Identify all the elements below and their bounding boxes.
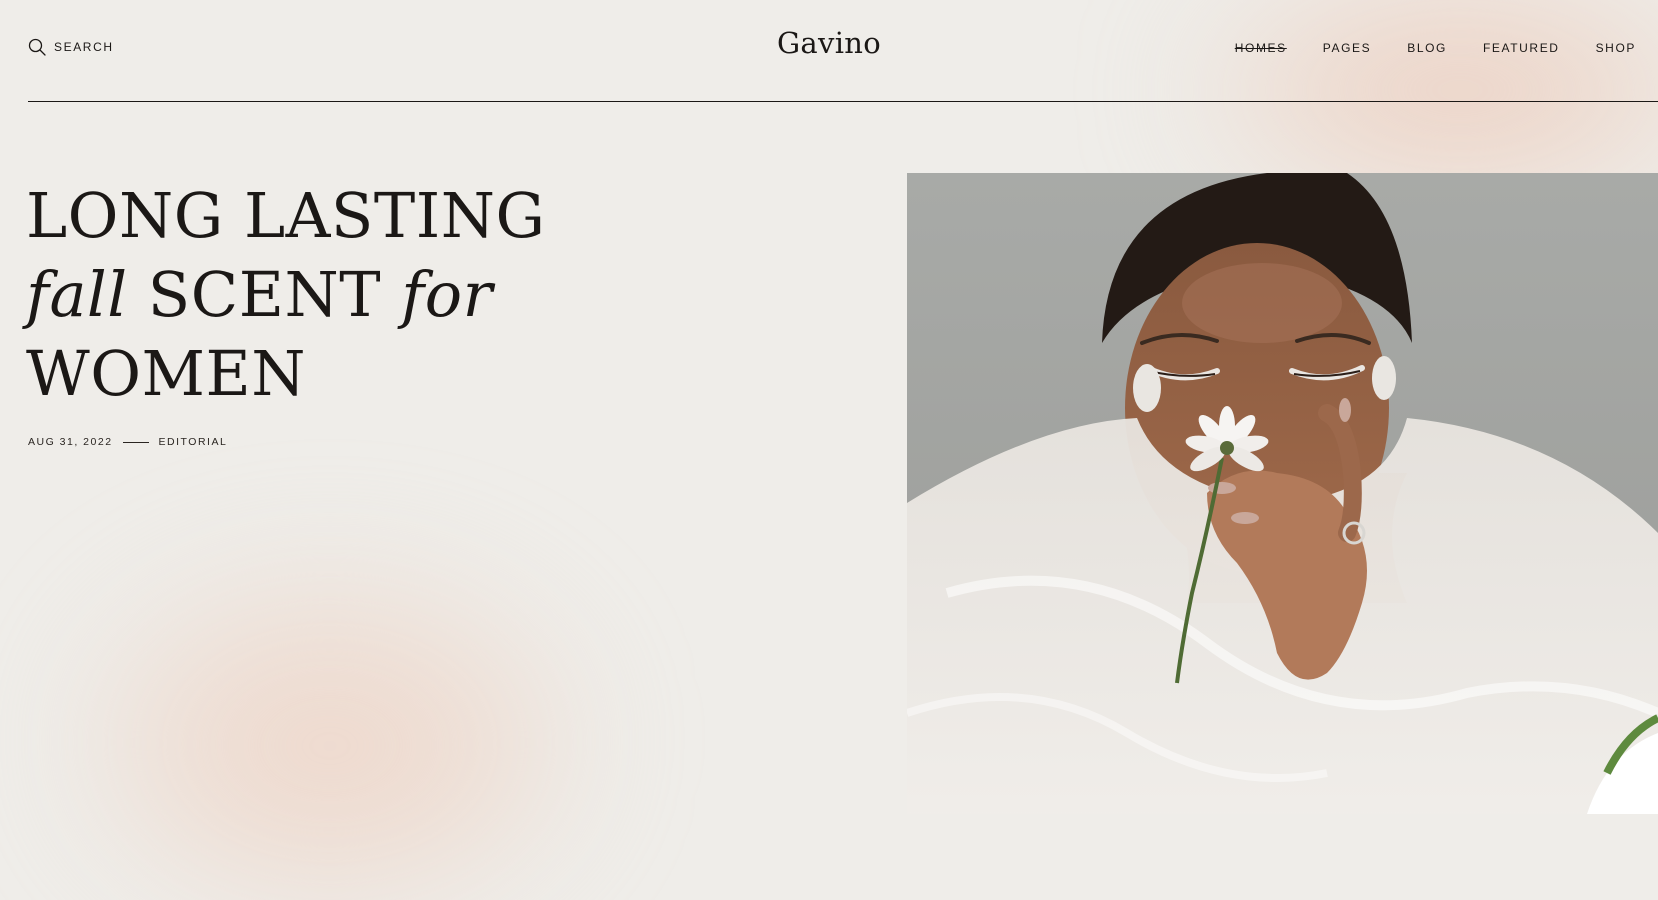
site-header: SEARCH Gavino HOMES PAGES BLOG FEATURED … (0, 0, 1658, 102)
nav-item-homes[interactable]: HOMES (1235, 41, 1287, 55)
woman-smelling-flower-illustration (907, 173, 1658, 814)
hero-title-scent: SCENT (147, 258, 382, 331)
nav-item-featured[interactable]: FEATURED (1483, 41, 1560, 55)
post-date: AUG 31, 2022 (28, 436, 113, 448)
nav-item-shop[interactable]: SHOP (1596, 41, 1636, 55)
decorative-blush-bottom (70, 560, 590, 900)
logo-text[interactable]: Gavino (777, 26, 881, 60)
header-divider (28, 101, 1658, 102)
search-icon (28, 38, 46, 56)
hero-title-italic-for: for (401, 258, 493, 331)
search-button[interactable]: SEARCH (28, 38, 114, 56)
hero-title-italic-fall: fall (26, 258, 128, 331)
hero-title-line-1: LONG LASTING (26, 179, 546, 252)
post-category-link[interactable]: EDITORIAL (159, 436, 228, 448)
search-label: SEARCH (54, 40, 114, 54)
main-nav: HOMES PAGES BLOG FEATURED SHOP (1235, 41, 1636, 55)
hero-title-line-3: WOMEN (26, 337, 307, 410)
nav-item-pages[interactable]: PAGES (1323, 41, 1371, 55)
post-meta: AUG 31, 2022 EDITORIAL (28, 436, 227, 448)
hero-image[interactable] (907, 173, 1658, 814)
hero-title-line-2: fall SCENT for (26, 255, 786, 334)
nav-item-blog[interactable]: BLOG (1407, 41, 1447, 55)
hero-title[interactable]: LONG LASTING fall SCENT for WOMEN (26, 176, 786, 413)
meta-divider (122, 441, 149, 443)
